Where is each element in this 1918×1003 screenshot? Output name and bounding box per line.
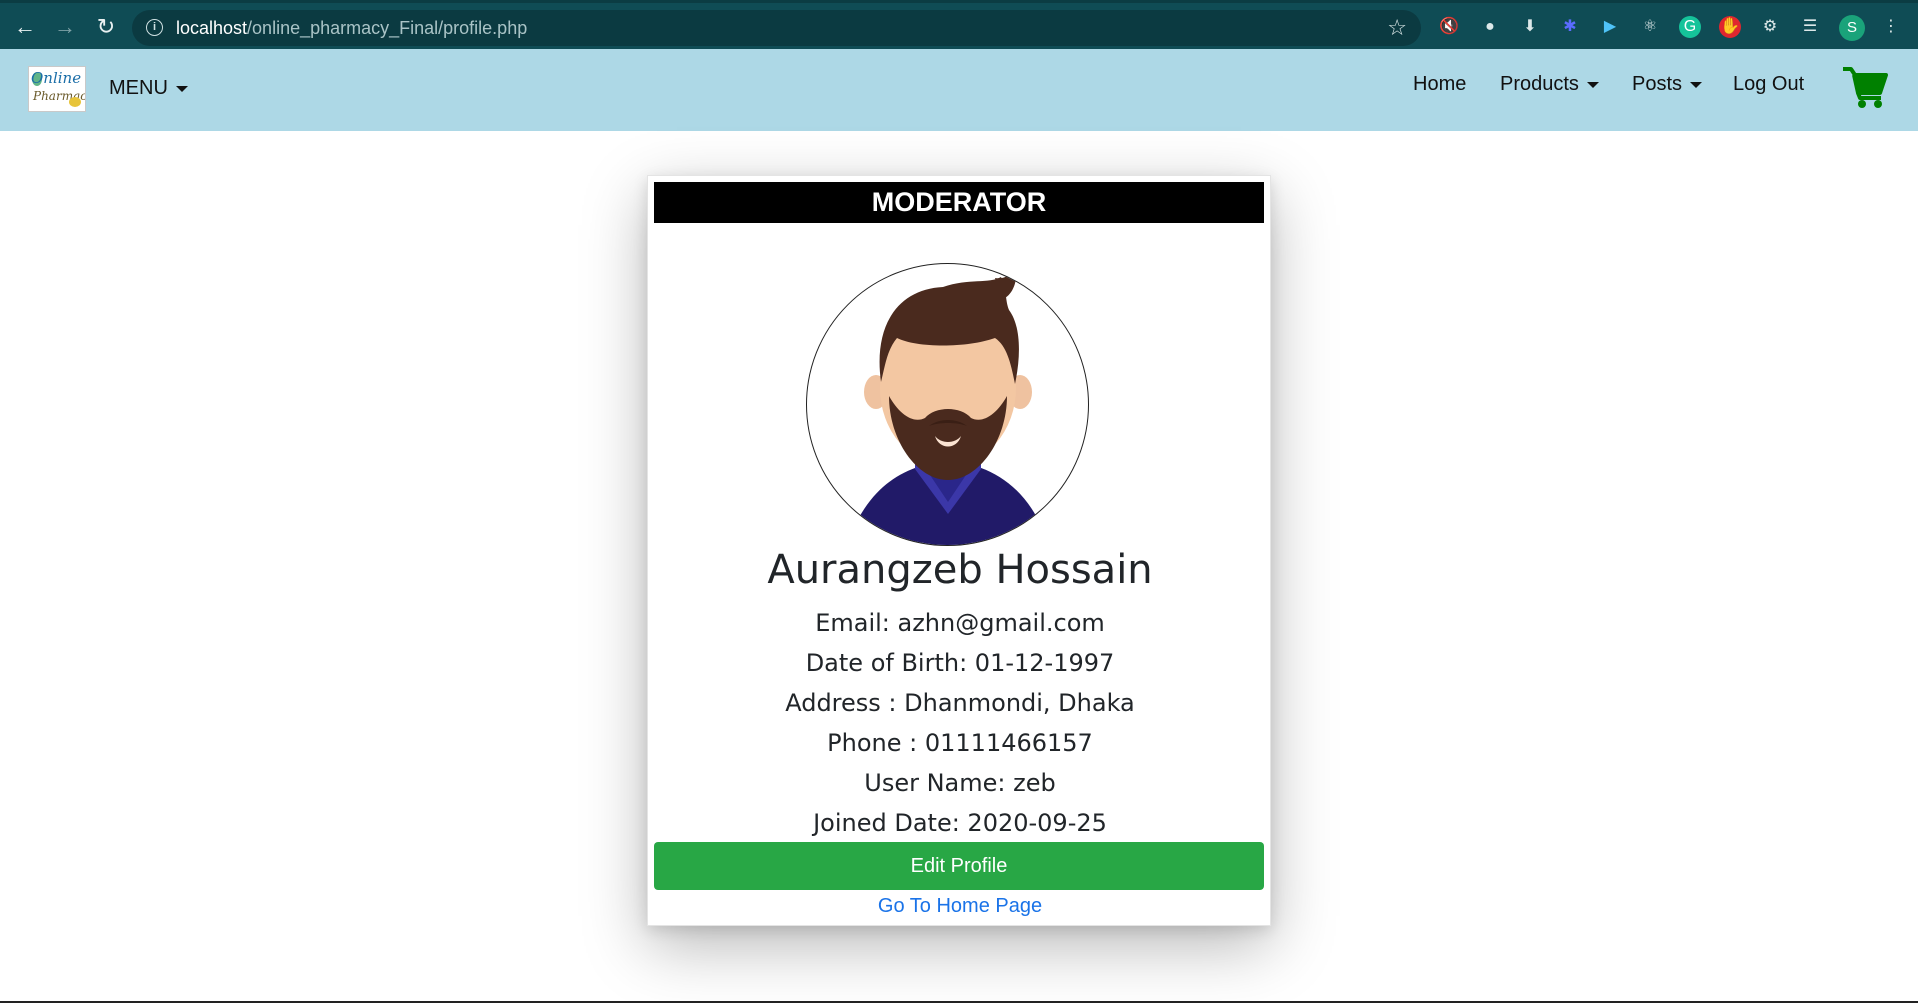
caret-down-icon bbox=[175, 85, 188, 92]
profile-avatar-image bbox=[806, 263, 1089, 546]
site-info-icon[interactable]: i bbox=[146, 19, 163, 36]
bearded-man-avatar-icon bbox=[847, 264, 1049, 545]
nav-posts-dropdown[interactable]: Posts bbox=[1632, 73, 1703, 96]
stop-hand-extension-icon[interactable]: ✋ bbox=[1719, 16, 1741, 38]
caret-down-icon bbox=[1690, 81, 1703, 88]
go-home-link[interactable]: Go To Home Page bbox=[648, 895, 1272, 918]
back-icon[interactable]: ← bbox=[12, 14, 38, 40]
nav-logout-link[interactable]: Log Out bbox=[1733, 73, 1804, 96]
profile-avatar[interactable]: S bbox=[1839, 15, 1865, 41]
site-logo[interactable]: Online Pharmacy bbox=[28, 66, 86, 112]
nav-products-label: Products bbox=[1500, 73, 1579, 95]
download-extension-icon[interactable]: ⬇ bbox=[1519, 16, 1541, 38]
profile-email: Email: azhn@gmail.com bbox=[815, 609, 1105, 637]
react-extension-icon[interactable]: ⚛ bbox=[1639, 16, 1661, 38]
menu-label: MENU bbox=[109, 77, 168, 99]
grammarly-icon[interactable]: G bbox=[1679, 16, 1701, 38]
edit-profile-button[interactable]: Edit Profile bbox=[654, 842, 1264, 890]
logo-wordmark-top: Online bbox=[31, 69, 82, 87]
profile-dob: Date of Birth: 01-12-1997 bbox=[805, 649, 1115, 677]
reload-icon[interactable]: ↻ bbox=[93, 14, 119, 40]
forward-icon[interactable]: → bbox=[52, 14, 78, 40]
asterisk-extension-icon[interactable]: ✱ bbox=[1559, 16, 1581, 38]
nav-products-dropdown[interactable]: Products bbox=[1500, 73, 1599, 96]
url-text: localhost/online_pharmacy_Final/profile.… bbox=[176, 18, 527, 39]
url-path: /online_pharmacy_Final/profile.php bbox=[247, 18, 528, 38]
profile-card: MODERATOR Aurangzeb Hossain Email: azhn@… bbox=[647, 175, 1271, 926]
menu-dropdown[interactable]: MENU bbox=[109, 77, 188, 100]
profile-joined-date: Joined Date: 2020-09-25 bbox=[813, 809, 1107, 837]
nav-home-link[interactable]: Home bbox=[1413, 73, 1466, 96]
role-banner: MODERATOR bbox=[654, 182, 1264, 223]
bookmark-star-icon[interactable]: ☆ bbox=[1387, 15, 1407, 41]
nav-posts-label: Posts bbox=[1632, 73, 1683, 95]
camera-icon[interactable]: ● bbox=[1479, 16, 1501, 38]
extensions-puzzle-icon[interactable]: ⚙ bbox=[1759, 16, 1781, 38]
profile-username: User Name: zeb bbox=[864, 769, 1056, 797]
profile-phone: Phone : 01111466157 bbox=[827, 729, 1093, 757]
shopping-cart-icon[interactable] bbox=[1841, 65, 1889, 109]
site-navbar: Online Pharmacy MENU Home Products Posts… bbox=[0, 49, 1918, 131]
logo-pill-mark bbox=[69, 97, 81, 107]
caret-down-icon bbox=[1586, 81, 1599, 88]
profile-address: Address : Dhanmondi, Dhaka bbox=[785, 689, 1135, 717]
url-host: localhost bbox=[176, 18, 248, 38]
profile-name: Aurangzeb Hossain bbox=[767, 547, 1153, 593]
reading-list-icon[interactable]: ☰ bbox=[1799, 16, 1821, 38]
cast-extension-icon[interactable]: ▶ bbox=[1599, 16, 1621, 38]
mute-icon[interactable]: 🔇 bbox=[1438, 16, 1460, 38]
browser-toolbar: ← → ↻ i localhost/online_pharmacy_Final/… bbox=[0, 0, 1918, 49]
browser-menu-icon[interactable]: ⋮ bbox=[1880, 16, 1902, 38]
address-bar[interactable]: i localhost/online_pharmacy_Final/profil… bbox=[132, 10, 1421, 46]
